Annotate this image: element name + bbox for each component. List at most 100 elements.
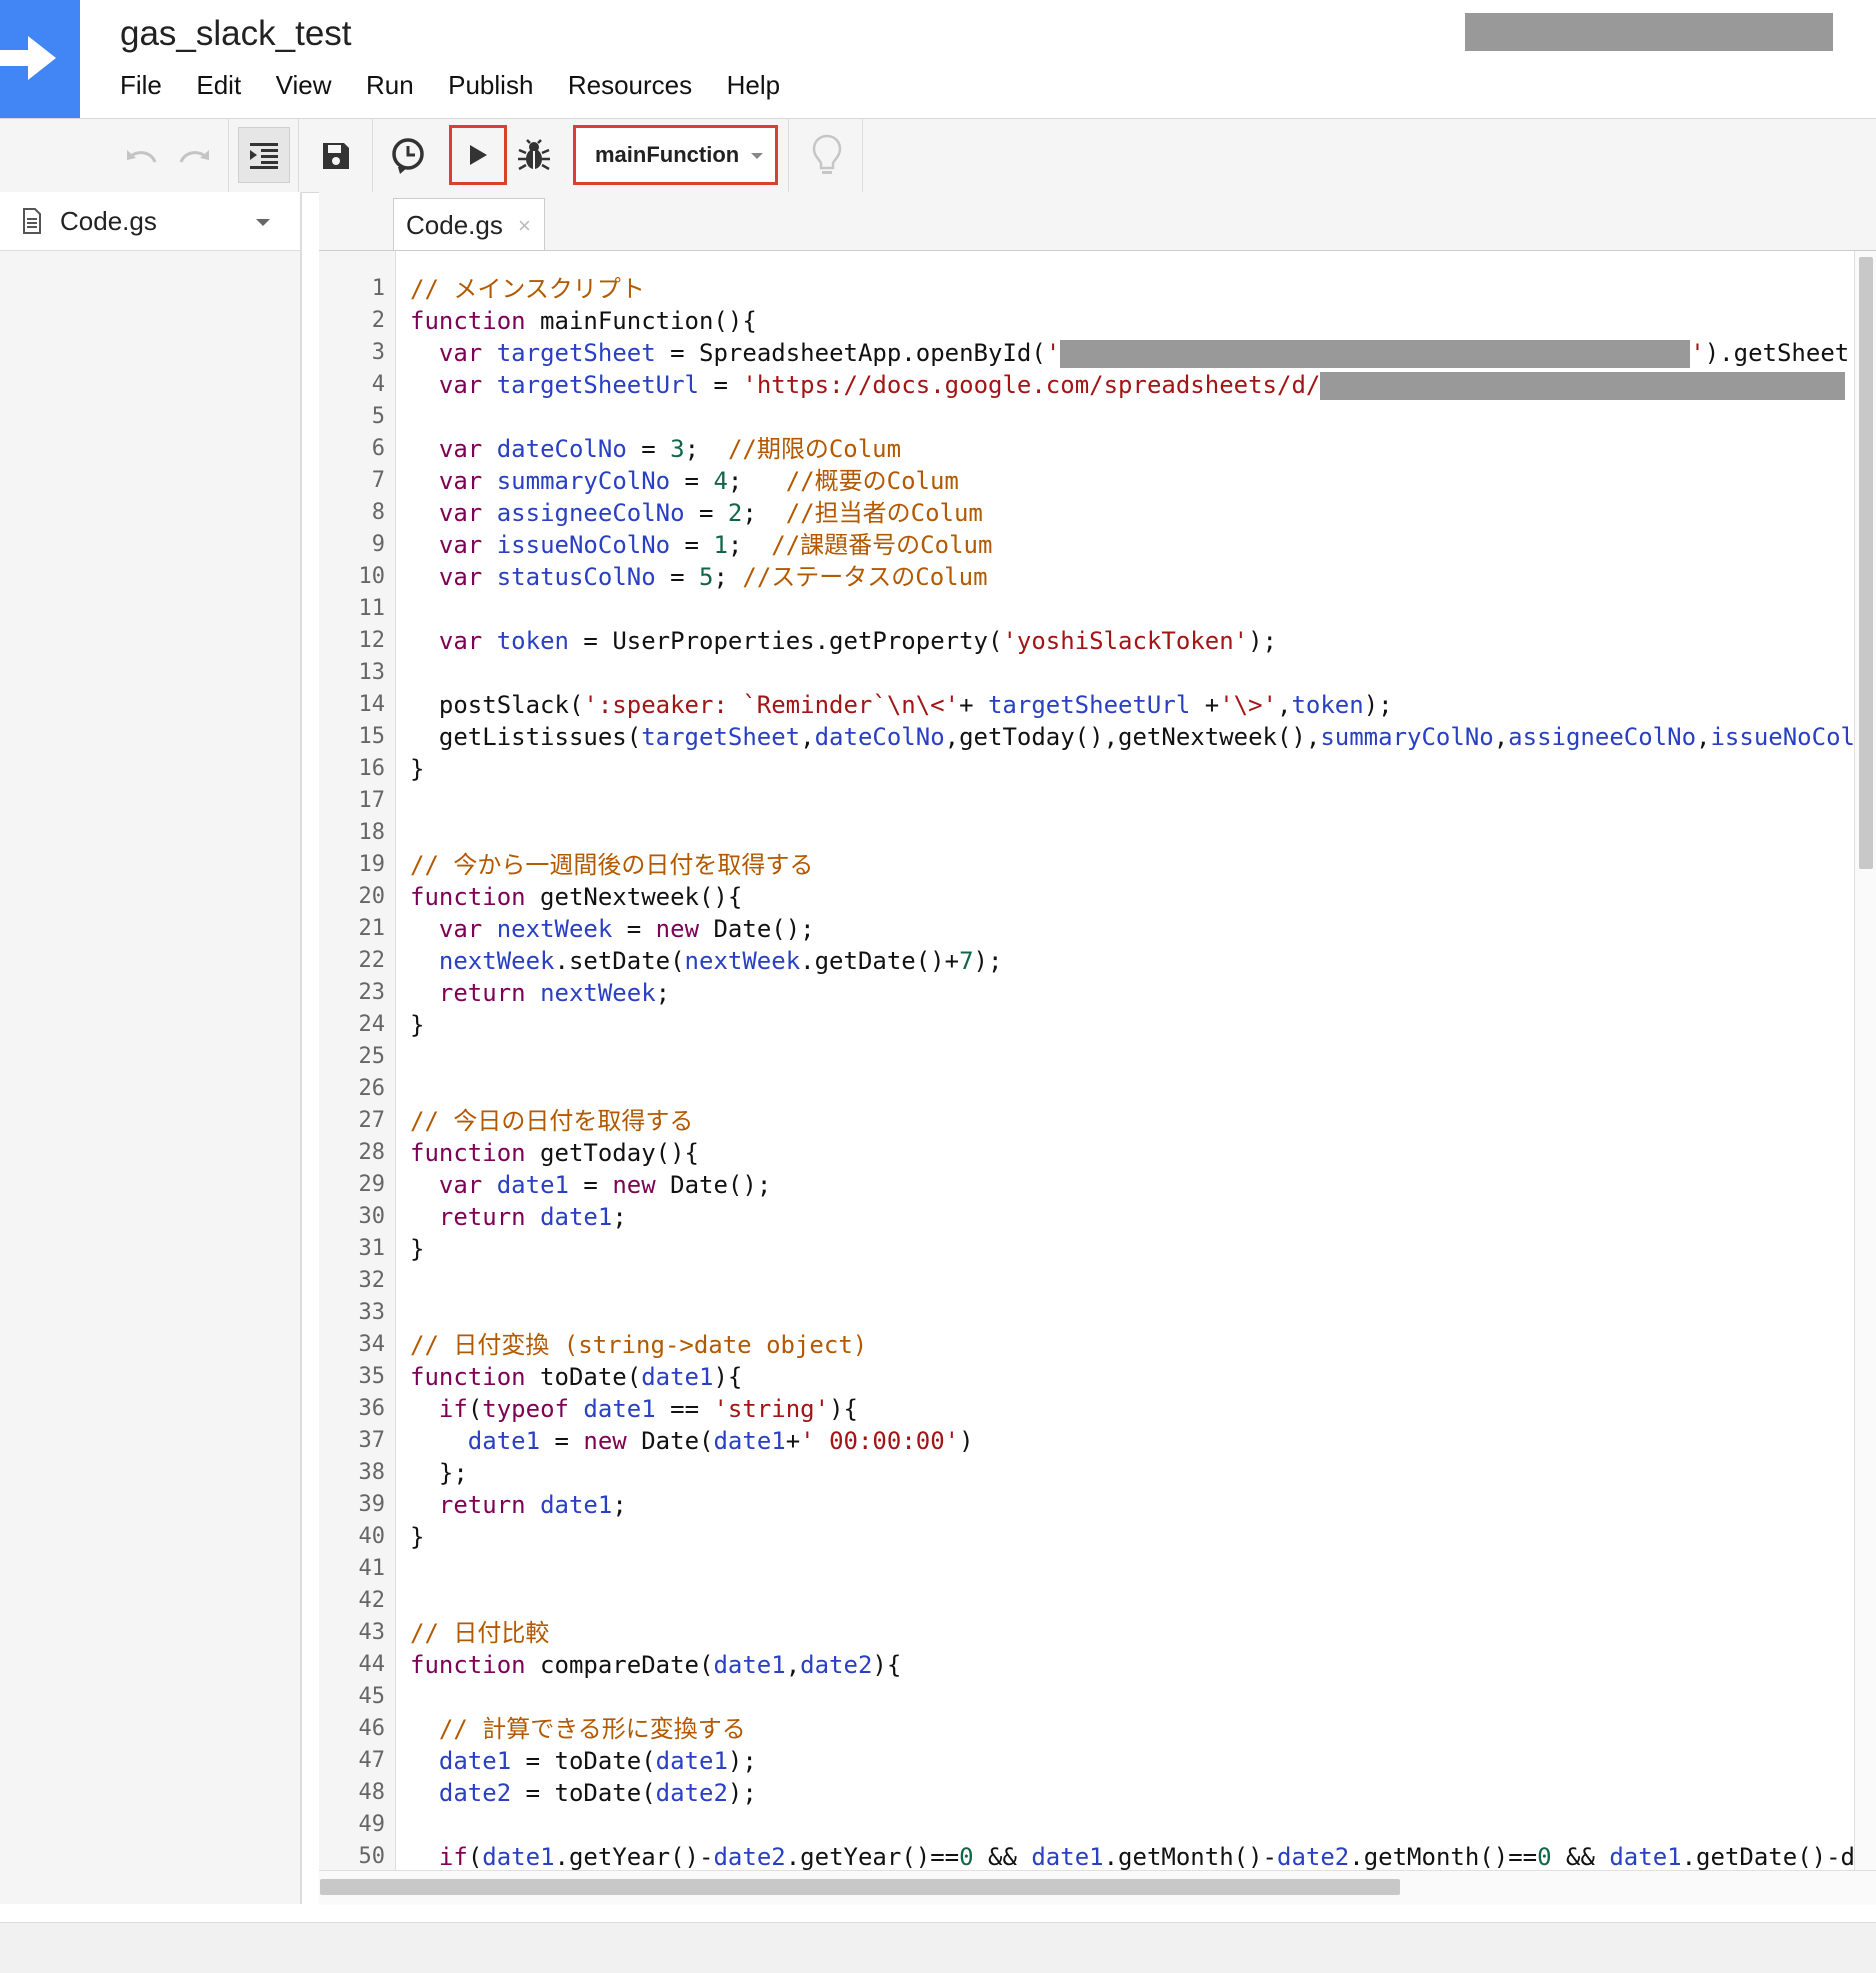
menu-run[interactable]: Run: [366, 70, 414, 101]
line-number: 7: [371, 468, 385, 493]
save-button[interactable]: [310, 119, 362, 192]
code-token: 3: [670, 435, 685, 463]
indent-button[interactable]: [238, 127, 290, 183]
code-token: getListissues(: [410, 723, 642, 751]
debug-button[interactable]: [510, 119, 558, 192]
code-token: summaryColNo: [496, 467, 671, 495]
code-token: assigneeColNo: [1508, 723, 1697, 751]
redacted-spreadsheet-id: [1320, 372, 1846, 400]
line-number: 20: [358, 884, 386, 909]
code-token: ==: [655, 1395, 714, 1423]
line-number: 6: [371, 436, 385, 461]
redo-button[interactable]: [172, 119, 216, 192]
menu-bar: File Edit View Run Publish Resources Hel…: [120, 70, 810, 106]
code-token: ;: [655, 979, 671, 1007]
vertical-scrollbar-thumb[interactable]: [1859, 257, 1873, 869]
code-token: // メインスクリプト: [410, 275, 645, 303]
close-icon[interactable]: ×: [518, 213, 531, 239]
code-token: issueNoCol: [1710, 723, 1855, 751]
line-number: 5: [371, 404, 385, 429]
line-number: 19: [358, 852, 386, 877]
code-token: ;: [742, 499, 786, 527]
code-token: token: [496, 627, 569, 655]
code-token: .getYear()==: [785, 1843, 960, 1871]
run-button[interactable]: [449, 125, 507, 185]
code-line: date2 = toDate(date2);: [410, 1777, 757, 1809]
menu-publish[interactable]: Publish: [448, 70, 533, 101]
code-token: 'https://docs.google.com/spreadsheets/d/: [742, 371, 1321, 399]
horizontal-scrollbar-thumb[interactable]: [320, 1879, 1400, 1895]
menu-edit[interactable]: Edit: [196, 70, 241, 101]
code-line: if(date1.getYear()-date2.getYear()==0 &&…: [410, 1841, 1855, 1871]
code-token: (: [467, 1395, 483, 1423]
line-number: 27: [358, 1108, 386, 1133]
code-token: date1: [540, 1203, 613, 1231]
undo-button[interactable]: [120, 119, 164, 192]
code-content[interactable]: // メインスクリプト function mainFunction(){ var …: [395, 273, 1855, 1871]
code-line: }: [410, 1521, 424, 1553]
line-number: 37: [358, 1428, 386, 1453]
toolbar-separator: [862, 119, 863, 192]
code-token: issueNoColNo: [496, 531, 671, 559]
menu-file[interactable]: File: [120, 70, 162, 101]
code-token: function: [410, 1363, 526, 1391]
menu-help[interactable]: Help: [727, 70, 780, 101]
code-token: typeof: [482, 1395, 569, 1423]
code-line: function mainFunction(){: [410, 305, 757, 337]
line-number: 48: [358, 1780, 386, 1805]
triggers-button[interactable]: [382, 119, 434, 192]
code-line: date1 = new Date(date1+' 00:00:00'): [410, 1425, 974, 1457]
clock-icon: [392, 137, 424, 174]
code-token: date2: [438, 1779, 512, 1807]
code-token: .setDate(: [554, 947, 685, 975]
project-title[interactable]: gas_slack_test: [120, 14, 352, 54]
code-token: = toDate(: [511, 1779, 656, 1807]
line-number: 21: [358, 916, 386, 941]
code-token: ;: [612, 1203, 627, 1231]
code-token: function: [410, 307, 526, 335]
code-token: ;: [684, 435, 728, 463]
code-token: nextWeek: [684, 947, 801, 975]
code-token: =: [670, 531, 714, 559]
format-indent-icon: [250, 143, 278, 169]
lightbulb-button[interactable]: [800, 119, 854, 192]
function-select[interactable]: mainFunction: [573, 125, 778, 185]
line-number: 30: [358, 1204, 386, 1229]
chevron-down-icon[interactable]: [256, 219, 270, 226]
line-number: 23: [358, 980, 386, 1005]
code-token: return: [438, 1491, 526, 1519]
code-token: if: [438, 1843, 468, 1871]
menu-view[interactable]: View: [276, 70, 332, 101]
line-number: 4: [371, 372, 385, 397]
code-line: }: [410, 1233, 424, 1265]
toolbar-separator: [228, 119, 229, 192]
line-number: 35: [358, 1364, 386, 1389]
code-token: =: [568, 1171, 613, 1199]
vertical-scrollbar[interactable]: [1854, 251, 1876, 1871]
code-token: assigneeColNo: [496, 499, 685, 527]
code-token: Date();: [699, 915, 815, 943]
menu-resources[interactable]: Resources: [568, 70, 692, 101]
bug-icon: [518, 138, 550, 170]
code-token: 'yoshiSlackToken': [1002, 627, 1249, 655]
code-token: .getDate()-d: [1681, 1843, 1855, 1871]
apps-script-logo[interactable]: [0, 0, 80, 118]
sidebar-file-code-gs[interactable]: Code.gs: [0, 192, 300, 251]
tab-code-gs[interactable]: Code.gs ×: [393, 198, 545, 250]
code-editor[interactable]: 1 2 3 4 5 6 7 8 9 10 11 12 13 14 15 16 17 18 19 20 21 22 23 24 2…: [319, 250, 1876, 1871]
code-token: =: [655, 563, 700, 591]
horizontal-scrollbar[interactable]: [319, 1870, 1876, 1905]
code-line: var targetSheet = SpreadsheetApp.openByI…: [410, 337, 1849, 369]
